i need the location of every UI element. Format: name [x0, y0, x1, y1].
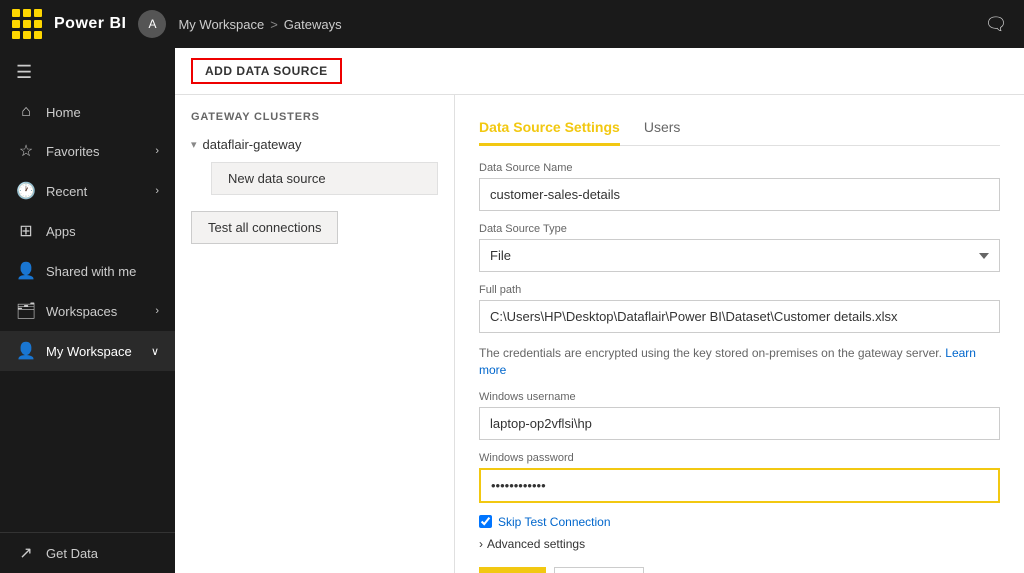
- sidebar-item-my-workspace[interactable]: 👤 My Workspace ∨: [0, 331, 175, 371]
- my-workspace-icon: 👤: [16, 341, 36, 361]
- breadcrumb-gateways[interactable]: Gateways: [284, 17, 342, 32]
- full-path-label: Full path: [479, 284, 1000, 296]
- sidebar-item-favorites[interactable]: ☆ Favorites ›: [0, 131, 175, 171]
- tab-data-source-settings[interactable]: Data Source Settings: [479, 111, 620, 146]
- full-path-group: Full path: [479, 284, 1000, 333]
- chevron-down-icon: ▾: [191, 138, 197, 151]
- win-user-label: Windows username: [479, 391, 1000, 403]
- ds-type-group: Data Source Type File SQL Server Oracle …: [479, 223, 1000, 272]
- split-layout: GATEWAY CLUSTERS ▾ dataflair-gateway New…: [175, 95, 1024, 573]
- win-pass-label: Windows password: [479, 452, 1000, 464]
- favorites-icon: ☆: [16, 141, 36, 161]
- discard-button[interactable]: Discard: [554, 567, 643, 573]
- sidebar-bottom: ↗ Get Data: [0, 532, 175, 573]
- ds-name-group: Data Source Name: [479, 162, 1000, 211]
- sidebar-item-recent[interactable]: 🕐 Recent ›: [0, 171, 175, 211]
- skip-test-label: Skip Test Connection: [498, 515, 611, 529]
- gateway-name: dataflair-gateway: [203, 137, 302, 152]
- sidebar-item-home[interactable]: ⌂ Home: [0, 93, 175, 131]
- avatar[interactable]: A: [138, 10, 166, 38]
- ds-name-label: Data Source Name: [479, 162, 1000, 174]
- chevron-down-icon: ∨: [151, 345, 159, 358]
- add-source-bar: ADD DATA SOURCE: [175, 48, 1024, 95]
- home-icon: ⌂: [16, 103, 36, 121]
- hamburger-menu[interactable]: ☰: [0, 52, 175, 93]
- sidebar-item-get-data[interactable]: ↗ Get Data: [0, 533, 175, 573]
- ds-type-label: Data Source Type: [479, 223, 1000, 235]
- breadcrumb-workspace[interactable]: My Workspace: [178, 17, 264, 32]
- tabs: Data Source Settings Users: [479, 111, 1000, 146]
- get-data-icon: ↗: [16, 543, 36, 563]
- recent-icon: 🕐: [16, 181, 36, 201]
- tab-users[interactable]: Users: [644, 111, 681, 146]
- sidebar-item-apps[interactable]: ⊞ Apps: [0, 211, 175, 251]
- win-user-group: Windows username: [479, 391, 1000, 440]
- sidebar-label-shared: Shared with me: [46, 264, 136, 279]
- apps-icon: ⊞: [16, 221, 36, 241]
- chevron-right-icon: ›: [155, 185, 159, 197]
- chevron-right-icon: ›: [155, 305, 159, 317]
- sidebar-label-my-workspace: My Workspace: [46, 344, 132, 359]
- gateway-item[interactable]: ▾ dataflair-gateway: [191, 133, 438, 156]
- left-panel: GATEWAY CLUSTERS ▾ dataflair-gateway New…: [175, 95, 455, 573]
- breadcrumb-sep: >: [270, 17, 278, 32]
- sidebar-label-home: Home: [46, 105, 81, 120]
- content-area: ADD DATA SOURCE GATEWAY CLUSTERS ▾ dataf…: [175, 48, 1024, 573]
- workspaces-icon: 🗂: [16, 301, 36, 321]
- topbar: Power BI A My Workspace > Gateways 🗨: [0, 0, 1024, 48]
- test-all-connections-button[interactable]: Test all connections: [191, 211, 338, 244]
- action-buttons: Add Discard: [479, 567, 1000, 573]
- sidebar: ☰ ⌂ Home ☆ Favorites › 🕐 Recent › ⊞ Apps…: [0, 48, 175, 573]
- app-grid-icon[interactable]: [12, 9, 42, 39]
- add-data-source-button[interactable]: ADD DATA SOURCE: [191, 58, 342, 84]
- add-button[interactable]: Add: [479, 567, 546, 573]
- win-pass-group: Windows password: [479, 452, 1000, 503]
- chevron-right-icon: ›: [155, 145, 159, 157]
- ds-name-input[interactable]: [479, 178, 1000, 211]
- advanced-settings[interactable]: › Advanced settings: [479, 537, 1000, 551]
- advanced-settings-label: Advanced settings: [487, 537, 585, 551]
- full-path-input[interactable]: [479, 300, 1000, 333]
- shared-icon: 👤: [16, 261, 36, 281]
- breadcrumb: My Workspace > Gateways: [178, 17, 341, 32]
- chat-icon[interactable]: 🗨: [980, 8, 1012, 40]
- gateway-clusters-label: GATEWAY CLUSTERS: [191, 111, 438, 123]
- sidebar-label-recent: Recent: [46, 184, 87, 199]
- topbar-actions: 🗨: [980, 8, 1012, 40]
- skip-test-connection[interactable]: Skip Test Connection: [479, 515, 1000, 529]
- credentials-note: The credentials are encrypted using the …: [479, 345, 1000, 379]
- sidebar-label-workspaces: Workspaces: [46, 304, 117, 319]
- sidebar-label-favorites: Favorites: [46, 144, 99, 159]
- sidebar-label-get-data: Get Data: [46, 546, 98, 561]
- sidebar-item-workspaces[interactable]: 🗂 Workspaces ›: [0, 291, 175, 331]
- chevron-right-icon: ›: [479, 537, 483, 551]
- win-user-input[interactable]: [479, 407, 1000, 440]
- win-pass-input[interactable]: [479, 468, 1000, 503]
- app-logo: Power BI: [54, 15, 126, 33]
- sidebar-item-shared[interactable]: 👤 Shared with me: [0, 251, 175, 291]
- ds-type-select[interactable]: File SQL Server Oracle SharePoint: [479, 239, 1000, 272]
- skip-test-checkbox[interactable]: [479, 515, 492, 528]
- sidebar-label-apps: Apps: [46, 224, 76, 239]
- new-data-source-item[interactable]: New data source: [211, 162, 438, 195]
- right-panel: Data Source Settings Users Data Source N…: [455, 95, 1024, 573]
- main-layout: ☰ ⌂ Home ☆ Favorites › 🕐 Recent › ⊞ Apps…: [0, 48, 1024, 573]
